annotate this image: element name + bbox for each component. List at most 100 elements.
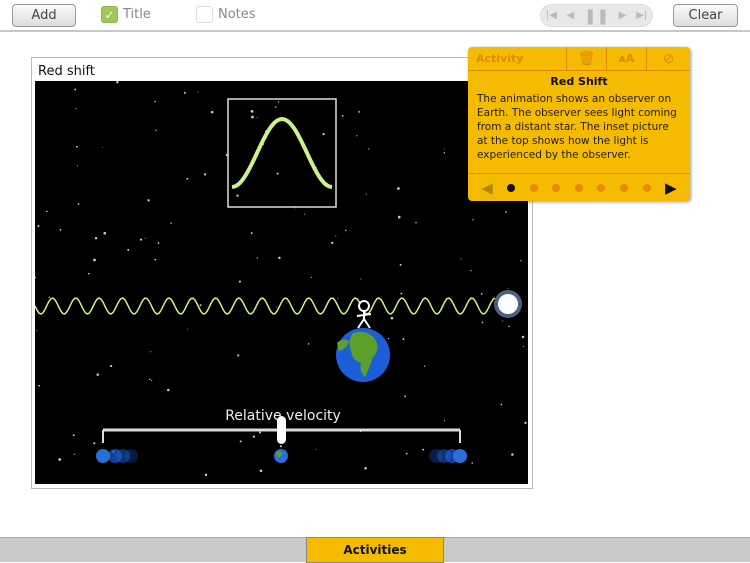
star: [276, 306, 278, 308]
star: [481, 321, 484, 324]
page-dot[interactable]: [620, 183, 628, 192]
star: [315, 448, 317, 450]
skip-end-icon[interactable]: ▶|: [636, 10, 647, 21]
star: [103, 231, 107, 235]
star: [520, 259, 522, 262]
star: [93, 258, 96, 262]
star: [522, 345, 524, 348]
star: [155, 129, 157, 131]
step-forward-icon[interactable]: ▶: [619, 10, 627, 21]
star: [110, 364, 113, 368]
star: [77, 203, 80, 205]
star: [502, 320, 504, 322]
star: [337, 298, 339, 300]
star: [237, 354, 240, 357]
star: [72, 434, 75, 437]
star: [397, 187, 400, 190]
star: [444, 420, 446, 422]
notes-checkbox[interactable]: Notes: [196, 6, 256, 23]
panel-header-label: Activity: [468, 47, 567, 70]
add-button[interactable]: Add: [12, 4, 76, 27]
star: [183, 91, 186, 94]
star: [508, 325, 510, 328]
star: [404, 395, 406, 398]
star: [422, 448, 425, 451]
pause-icon[interactable]: ❚❚: [584, 7, 609, 25]
trash-icon[interactable]: 🗑: [567, 47, 607, 70]
star: [276, 172, 279, 175]
star: [76, 165, 78, 167]
star: [322, 133, 325, 136]
star: [150, 351, 152, 353]
activities-tab[interactable]: Activities: [306, 537, 444, 563]
star: [186, 177, 189, 180]
next-arrow-icon[interactable]: ▶: [665, 179, 677, 197]
font-size-icon[interactable]: ᴀA: [607, 47, 647, 70]
star: [74, 88, 77, 91]
star: [170, 222, 172, 224]
star: [76, 145, 78, 148]
star: [399, 263, 402, 266]
star: [144, 237, 146, 239]
star: [36, 330, 38, 332]
star: [480, 293, 483, 295]
clear-button[interactable]: Clear: [673, 4, 738, 27]
page-dot[interactable]: [529, 183, 538, 192]
star: [210, 110, 214, 114]
notes-checkbox-label: Notes: [218, 7, 256, 22]
activity-panel: Activity 🗑 ᴀA ⊘ Red Shift The animation …: [468, 47, 690, 201]
star: [256, 116, 258, 118]
page-dot[interactable]: [642, 183, 651, 192]
star: [341, 114, 344, 117]
star: [364, 466, 367, 470]
earth-icon: [336, 328, 390, 382]
star: [356, 135, 358, 137]
star: [94, 237, 98, 240]
star: [238, 280, 242, 283]
expand-icon[interactable]: ⊘: [647, 47, 690, 70]
star: [405, 452, 408, 455]
page-dot[interactable]: [597, 183, 606, 192]
star: [239, 440, 242, 443]
star: [310, 276, 312, 278]
title-checkbox-label: Title: [123, 7, 151, 22]
prev-arrow-icon[interactable]: ◀: [481, 179, 493, 197]
star: [360, 278, 362, 280]
star: [154, 100, 156, 103]
star: [460, 258, 462, 260]
panel-header: Activity 🗑 ᴀA ⊘: [468, 47, 690, 71]
star: [524, 421, 527, 425]
checkmark-icon: ✓: [101, 6, 118, 23]
star: [400, 292, 403, 295]
step-back-icon[interactable]: ◀: [567, 10, 575, 21]
star: [511, 453, 514, 456]
title-checkbox[interactable]: ✓ Title: [101, 6, 151, 23]
star: [38, 384, 41, 387]
skip-start-icon[interactable]: |◀: [546, 10, 557, 21]
star: [199, 304, 202, 307]
page-dot[interactable]: [552, 183, 561, 192]
page-dot[interactable]: [574, 183, 583, 192]
media-controls: |◀ ◀ ❚❚ ▶ ▶|: [540, 4, 653, 27]
star: [259, 469, 263, 473]
star: [187, 328, 189, 330]
star: [75, 107, 77, 110]
star: [250, 110, 254, 113]
star: [101, 146, 103, 148]
panel-title: Red Shift: [550, 75, 608, 88]
panel-text: The animation shows an observer on Earth…: [477, 93, 677, 161]
star: [443, 152, 446, 154]
slider-thumb[interactable]: [277, 416, 286, 444]
star: [507, 287, 509, 289]
star: [157, 242, 160, 244]
star: [139, 238, 143, 241]
star: [472, 219, 474, 221]
star: [390, 316, 394, 320]
star: [127, 249, 130, 251]
page-dot[interactable]: [507, 183, 516, 192]
star: [147, 199, 150, 202]
star: [277, 101, 280, 103]
star: [151, 379, 153, 381]
star: [256, 257, 258, 259]
star: [59, 228, 62, 231]
